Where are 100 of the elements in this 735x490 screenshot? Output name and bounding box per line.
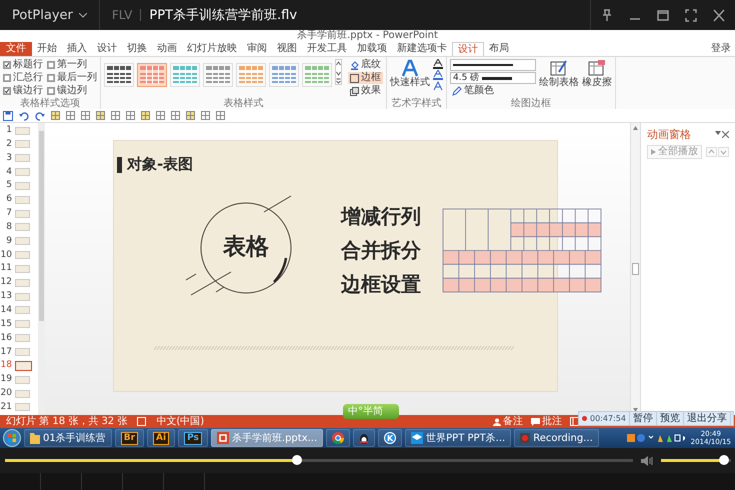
- slider-thumb[interactable]: [719, 455, 729, 465]
- layout-tool-icon[interactable]: [96, 111, 105, 120]
- ribbon-tab[interactable]: 开发工具: [302, 42, 352, 56]
- start-button[interactable]: [3, 429, 21, 447]
- slide-thumbnail[interactable]: [15, 196, 30, 204]
- slide-thumbnail[interactable]: [15, 168, 30, 176]
- table-style-swatch[interactable]: [236, 63, 266, 87]
- slide-thumbnail[interactable]: [15, 348, 30, 356]
- language-label[interactable]: 中文(中国): [156, 415, 204, 428]
- taskbar-button[interactable]: [353, 429, 376, 447]
- draw-table-button[interactable]: 绘制表格: [539, 59, 579, 88]
- slide-thumbnail[interactable]: [15, 360, 32, 371]
- taskbar-button[interactable]: Ai: [147, 429, 176, 447]
- notes-button[interactable]: 备注: [493, 415, 523, 428]
- slide-thumbnail[interactable]: [15, 154, 30, 162]
- layout-tool-icon[interactable]: [186, 111, 195, 120]
- layout-tool-icon[interactable]: [171, 111, 180, 120]
- taskbar-button[interactable]: Recording...: [514, 429, 599, 447]
- shading-button[interactable]: 底纹: [348, 59, 383, 71]
- tray-icons-drawing[interactable]: [626, 433, 687, 443]
- effects-button[interactable]: 效果: [348, 85, 383, 97]
- table-style-swatch[interactable]: [302, 63, 332, 87]
- scroll-up-icon[interactable]: [633, 126, 638, 130]
- fullscreen-icon[interactable]: [685, 8, 697, 22]
- ribbon-tab[interactable]: 文件: [0, 42, 32, 56]
- table-style-swatch[interactable]: [203, 63, 233, 87]
- slide-thumbnail[interactable]: [15, 264, 30, 273]
- ribbon-tab[interactable]: 设计: [92, 42, 122, 56]
- scrollbar[interactable]: [38, 123, 45, 415]
- comments-button[interactable]: 批注: [531, 415, 562, 428]
- quick-styles-button[interactable]: 快速样式: [390, 59, 430, 88]
- ribbon-tab[interactable]: 视图: [272, 42, 302, 56]
- layout-tool-icon[interactable]: [216, 111, 225, 120]
- ribbon-tab[interactable]: 切换: [122, 42, 152, 56]
- dropdown-icon[interactable]: [715, 131, 721, 135]
- checkbox[interactable]: [47, 87, 55, 95]
- taskbar-button[interactable]: K: [378, 429, 402, 447]
- close-icon[interactable]: [713, 8, 725, 22]
- layout-tool-icon[interactable]: [141, 111, 150, 120]
- slide-thumbnail[interactable]: [15, 403, 30, 412]
- checkbox[interactable]: [47, 74, 55, 82]
- slide-thumbnail[interactable]: [15, 126, 30, 134]
- ribbon-tab[interactable]: 审阅: [242, 42, 272, 56]
- layout-tool-icon[interactable]: [81, 111, 90, 120]
- eraser-button[interactable]: 橡皮擦: [582, 59, 612, 88]
- scroll-down-icon[interactable]: [633, 408, 638, 412]
- slide-thumbnail[interactable]: [15, 390, 30, 398]
- ribbon-tab[interactable]: 加载项: [352, 42, 392, 56]
- slide-thumbnail[interactable]: [15, 223, 30, 232]
- option-checkbox[interactable]: 汇总行: [3, 72, 43, 84]
- move-down-icon[interactable]: [718, 147, 729, 157]
- redo-icon[interactable]: [35, 110, 45, 120]
- taskbar-button[interactable]: Ps: [178, 429, 208, 447]
- layout-tool-icon[interactable]: [51, 111, 60, 120]
- slide-thumbnail[interactable]: [15, 237, 30, 246]
- recorder-button[interactable]: 预览: [656, 412, 684, 425]
- option-checkbox[interactable]: 最后一列: [47, 72, 97, 84]
- table-drawing[interactable]: [442, 208, 602, 292]
- taskbar-button[interactable]: Br: [114, 429, 144, 447]
- text-effects-icon[interactable]: [433, 81, 443, 91]
- table-style-swatch[interactable]: [104, 63, 134, 87]
- maximize-icon[interactable]: [657, 8, 669, 22]
- taskbar-button[interactable]: 世界PPT PPT杀...: [405, 429, 512, 447]
- checkbox[interactable]: [47, 61, 55, 69]
- gallery-scroll-icon[interactable]: [335, 59, 342, 85]
- text-outline-icon[interactable]: [433, 70, 443, 80]
- table-style-swatch[interactable]: [269, 63, 299, 87]
- slide-thumbnail[interactable]: [15, 278, 30, 287]
- move-up-icon[interactable]: [706, 147, 717, 157]
- slide-thumbnail[interactable]: [15, 376, 30, 384]
- login-link[interactable]: 登录: [711, 42, 731, 56]
- ribbon-tab[interactable]: 设计: [452, 42, 484, 56]
- layout-tool-icon[interactable]: [156, 111, 165, 120]
- recorder-button[interactable]: 暂停: [630, 412, 657, 425]
- layout-tool-icon[interactable]: [66, 111, 75, 120]
- option-checkbox[interactable]: 镶边行: [3, 85, 43, 97]
- text-fill-icon[interactable]: [433, 59, 443, 69]
- scroll-thumb[interactable]: [632, 263, 639, 275]
- table-style-swatch[interactable]: [170, 63, 200, 87]
- undo-icon[interactable]: [19, 110, 29, 120]
- ribbon-tab[interactable]: 幻灯片放映: [182, 42, 242, 56]
- slide-thumbnail[interactable]: [15, 140, 30, 148]
- slide-thumbnail[interactable]: [15, 292, 30, 301]
- close-icon[interactable]: [722, 131, 729, 138]
- normal-view-icon[interactable]: [570, 417, 579, 426]
- checkbox[interactable]: [3, 74, 11, 82]
- ribbon-tab[interactable]: 开始: [32, 42, 62, 56]
- ribbon-tab[interactable]: 插入: [62, 42, 92, 56]
- slide-thumbnail[interactable]: [15, 320, 30, 328]
- slide-thumbnail[interactable]: [15, 306, 30, 314]
- option-checkbox[interactable]: 标题行: [3, 59, 43, 71]
- table-style-swatch[interactable]: [137, 63, 167, 87]
- layout-tool-icon[interactable]: [126, 111, 135, 120]
- checkbox[interactable]: [3, 87, 11, 95]
- option-checkbox[interactable]: 镶边列: [47, 85, 97, 97]
- ribbon-tab[interactable]: 新建选项卡: [392, 42, 452, 56]
- ribbon-tab[interactable]: 动画: [152, 42, 182, 56]
- pen-color-button[interactable]: 笔颜色: [450, 85, 536, 97]
- slide-thumbnail[interactable]: [15, 182, 30, 190]
- slide-thumbnail[interactable]: [15, 334, 30, 342]
